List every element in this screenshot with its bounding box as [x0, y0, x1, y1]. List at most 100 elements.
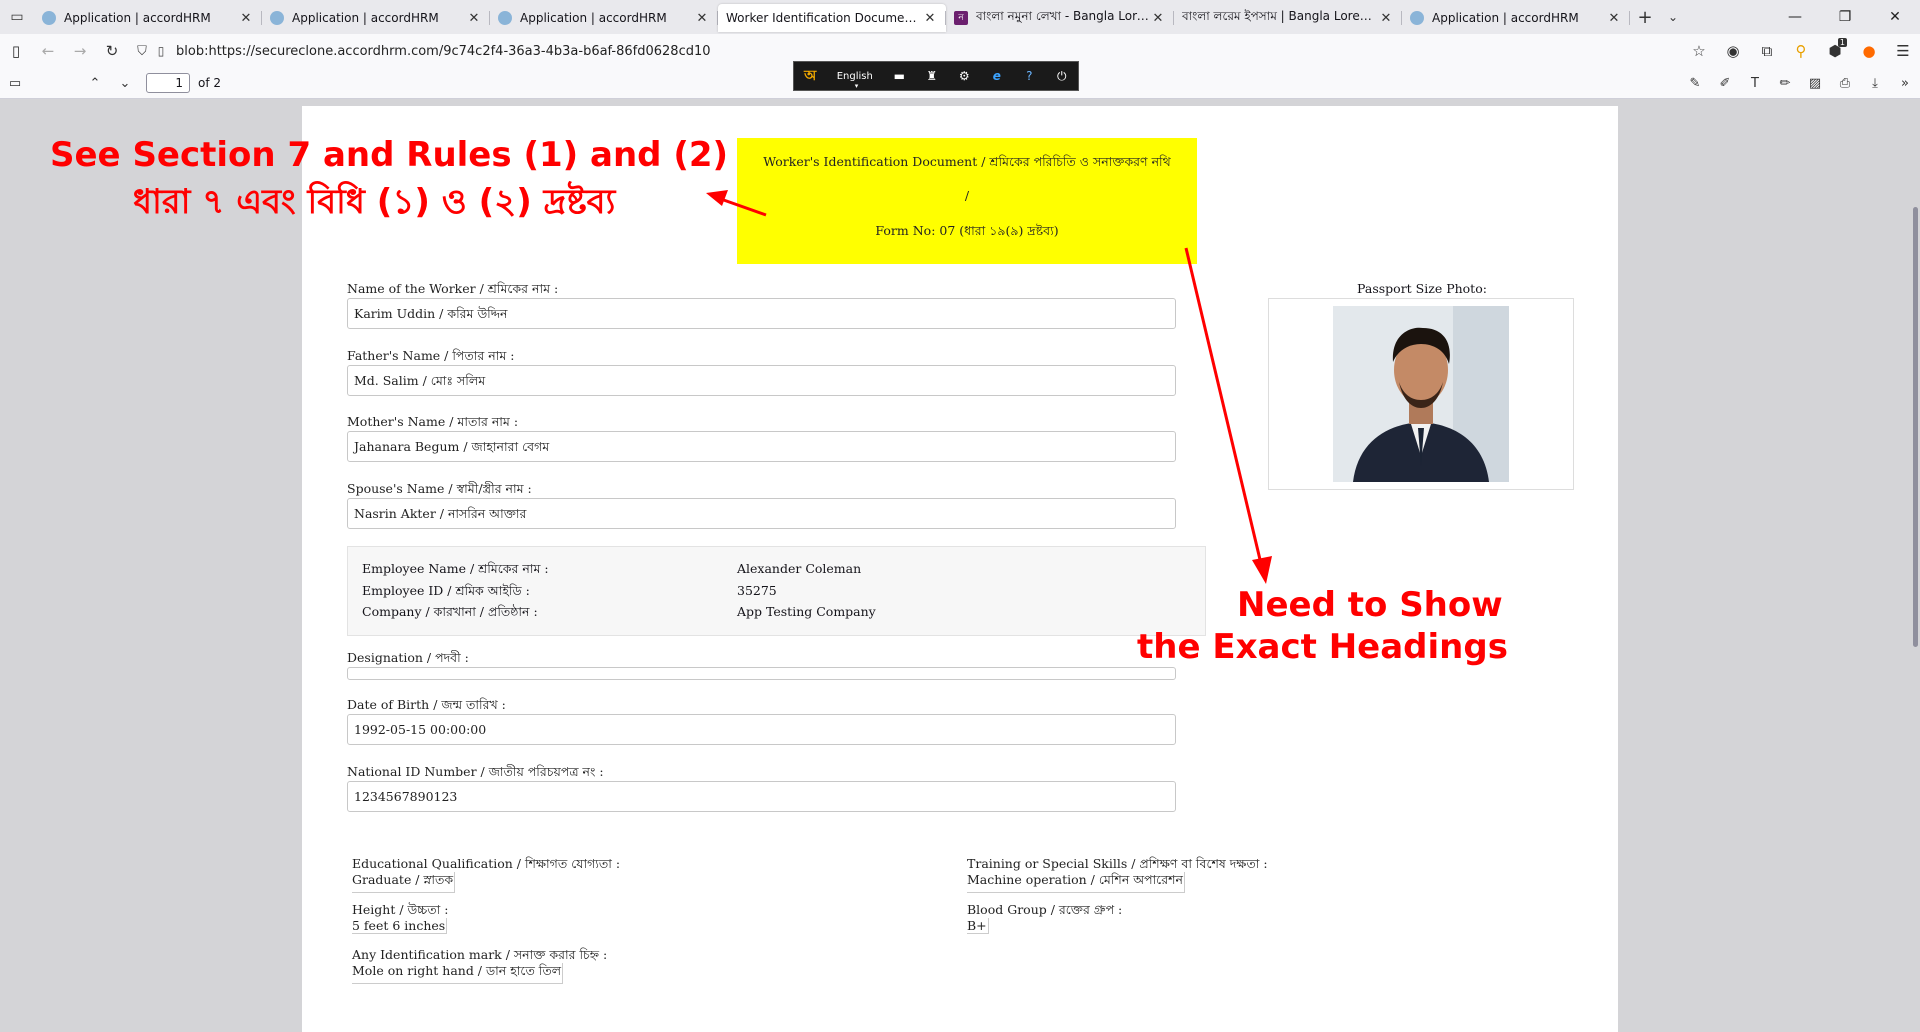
education-value: Graduate / স্নাতক [352, 872, 456, 893]
header-form-number: Form No: 07 (ধারা ১৯(৯) দ্রষ্টব্য) [875, 223, 1059, 238]
orange-extension-icon[interactable]: ● [1852, 36, 1886, 66]
blood-group-value: B+ [967, 918, 989, 934]
extensions-icon[interactable]: ⧉ [1750, 36, 1784, 66]
tab-label: Application | accordHRM [292, 11, 439, 25]
close-icon[interactable]: ✕ [238, 11, 254, 26]
menu-icon[interactable]: ☰ [1886, 36, 1920, 66]
help-icon[interactable]: ? [1017, 65, 1041, 87]
browser-tab-active[interactable]: Worker Identification Document - Emp✕ [718, 4, 946, 32]
close-icon[interactable]: ✕ [922, 11, 938, 26]
print-icon[interactable]: ⎙ [1830, 70, 1860, 96]
worker-name-field[interactable]: Karim Uddin / করিম উদ্দিন [347, 298, 1176, 329]
employee-name-value: Alexander Coleman [737, 561, 862, 576]
browser-tab[interactable]: বাংলা লরেম ইপসাম | Bangla Lorem Ip ✕ [1174, 4, 1402, 32]
mouse-icon[interactable]: ♜ [920, 65, 944, 87]
page-number-input[interactable]: 1 [146, 73, 190, 93]
page-count: of 2 [198, 76, 222, 90]
back-icon[interactable]: ← [32, 36, 64, 66]
sidebar-panel-icon[interactable]: ▭ [0, 70, 30, 96]
designation-field[interactable] [347, 667, 1176, 680]
chevron-down-icon[interactable]: ⌄ [1660, 10, 1686, 24]
header-title: Worker's Identification Document / শ্রমি… [763, 154, 1171, 169]
more-tools-icon[interactable]: » [1890, 70, 1920, 96]
company-label: Company / কারখানা / প্রতিষ্ঠান : [362, 604, 538, 619]
url-text[interactable]: blob:https://secureclone.accordhrm.com/9… [176, 44, 711, 59]
image-icon[interactable]: ▨ [1800, 70, 1830, 96]
training-value: Machine operation / মেশিন অপারেশন [967, 872, 1185, 893]
shield-icon[interactable]: ⛉ [132, 44, 152, 59]
tab-overview-icon[interactable]: ▭ [0, 0, 34, 34]
dob-field[interactable]: 1992-05-15 00:00:00 [347, 714, 1176, 745]
tab-label: Worker Identification Document - Emp [726, 11, 922, 25]
sidebar-toggle-icon[interactable]: ▯ [0, 36, 32, 66]
accordhrm-icon [270, 11, 284, 25]
company-value: App Testing Company [737, 604, 876, 619]
broom-extension-icon[interactable]: ⚲ [1784, 36, 1818, 66]
annotation-exact-headings: the Exact Headings [1137, 627, 1508, 667]
father-name-field[interactable]: Md. Salim / মোঃ সলিম [347, 365, 1176, 396]
page-icon: ▯ [157, 44, 165, 58]
spouse-name-field[interactable]: Nasrin Akter / নাসরিন আক্তার [347, 498, 1176, 529]
power-icon[interactable]: ⏻ [1050, 65, 1074, 87]
close-icon[interactable]: ✕ [1606, 11, 1622, 26]
tab-label: Application | accordHRM [520, 11, 667, 25]
browser-tab[interactable]: Application | accordHRM ✕ [490, 4, 718, 32]
close-icon[interactable]: ✕ [694, 11, 710, 26]
close-icon[interactable]: ✕ [1378, 11, 1394, 26]
language-toolbar: অ English ▬ ♜ ⚙ e ? ⏻ [793, 61, 1079, 91]
next-page-icon[interactable]: ⌄ [110, 70, 140, 96]
highlight-icon[interactable]: ✐ [1710, 70, 1740, 96]
gear-icon[interactable]: ⚙ [952, 65, 976, 87]
annotation-need-to-show: Need to Show [1237, 585, 1503, 625]
keyboard-icon[interactable]: ▬ [887, 65, 911, 87]
bookmark-star-icon[interactable]: ☆ [1682, 36, 1716, 66]
photo-label: Passport Size Photo: [1357, 281, 1487, 296]
language-selector[interactable]: English [831, 71, 879, 90]
pdf-tools: ✎ ✐ T ✏ ▨ ⎙ ⤓ » [1680, 68, 1920, 98]
browser-tab[interactable]: ন বাংলা নমুনা লেখা - Bangla Lorem Ip✕ [946, 4, 1174, 32]
ie-icon[interactable]: e [985, 65, 1009, 87]
passport-photo [1333, 306, 1509, 482]
accordhrm-icon [498, 11, 512, 25]
close-window-icon[interactable]: ✕ [1870, 0, 1920, 34]
annotation-section-reference: See Section 7 and Rules (1) and (2) [50, 135, 729, 175]
employee-id-label: Employee ID / শ্রমিক আইডি : [362, 583, 530, 598]
height-value: 5 feet 6 inches [352, 918, 448, 934]
text-icon[interactable]: T [1740, 70, 1770, 96]
draw-icon[interactable]: ✏ [1770, 70, 1800, 96]
purple-n-icon: ন [954, 11, 968, 25]
close-icon[interactable]: ✕ [1150, 11, 1166, 26]
scrollbar[interactable] [1910, 99, 1920, 1032]
edit-form-icon[interactable]: ✎ [1680, 70, 1710, 96]
browser-tab[interactable]: Application | accordHRM ✕ [1402, 4, 1630, 32]
nid-field[interactable]: 1234567890123 [347, 781, 1176, 812]
account-icon[interactable]: ◉ [1716, 36, 1750, 66]
tab-label: Application | accordHRM [64, 11, 211, 25]
tab-label: Application | accordHRM [1432, 11, 1579, 25]
tab-bar: ▭ Application | accordHRM ✕ Application |… [0, 0, 1920, 34]
new-tab-button[interactable]: + [1630, 7, 1660, 28]
accordhrm-icon [1410, 11, 1424, 25]
employee-name-label: Employee Name / শ্রমিকের নাম : [362, 561, 549, 576]
tab-label: বাংলা নমুনা লেখা - Bangla Lorem Ip [976, 9, 1150, 23]
annotation-section-reference-bangla: ধারা ৭ এবং বিধি (১) ও (২) দ্রষ্টব্য [133, 182, 616, 222]
employee-id-value: 35275 [737, 583, 777, 598]
badge-extension-icon[interactable]: ⬢ 1 [1818, 36, 1852, 66]
minimize-icon[interactable]: — [1770, 0, 1820, 34]
tab-label: বাংলা লরেম ইপসাম | Bangla Lorem Ip [1182, 9, 1378, 23]
reload-icon[interactable]: ↻ [96, 36, 128, 66]
restore-icon[interactable]: ❐ [1820, 0, 1870, 34]
save-icon[interactable]: ⤓ [1860, 70, 1890, 96]
extension-badge: 1 [1837, 38, 1847, 47]
previous-page-icon[interactable]: ⌃ [80, 70, 110, 96]
forward-icon[interactable]: → [64, 36, 96, 66]
toolbar-icons: ☆ ◉ ⧉ ⚲ ⬢ 1 ● ☰ [1682, 34, 1920, 68]
scrollbar-thumb[interactable] [1913, 207, 1918, 647]
person-photo-icon [1333, 306, 1509, 482]
mother-name-field[interactable]: Jahanara Begum / জাহানারা বেগম [347, 431, 1176, 462]
close-icon[interactable]: ✕ [466, 11, 482, 26]
browser-tab[interactable]: Application | accordHRM ✕ [34, 4, 262, 32]
browser-tab[interactable]: Application | accordHRM ✕ [262, 4, 490, 32]
avro-logo-icon[interactable]: অ [798, 65, 822, 87]
window-controls: — ❐ ✕ [1770, 0, 1920, 34]
